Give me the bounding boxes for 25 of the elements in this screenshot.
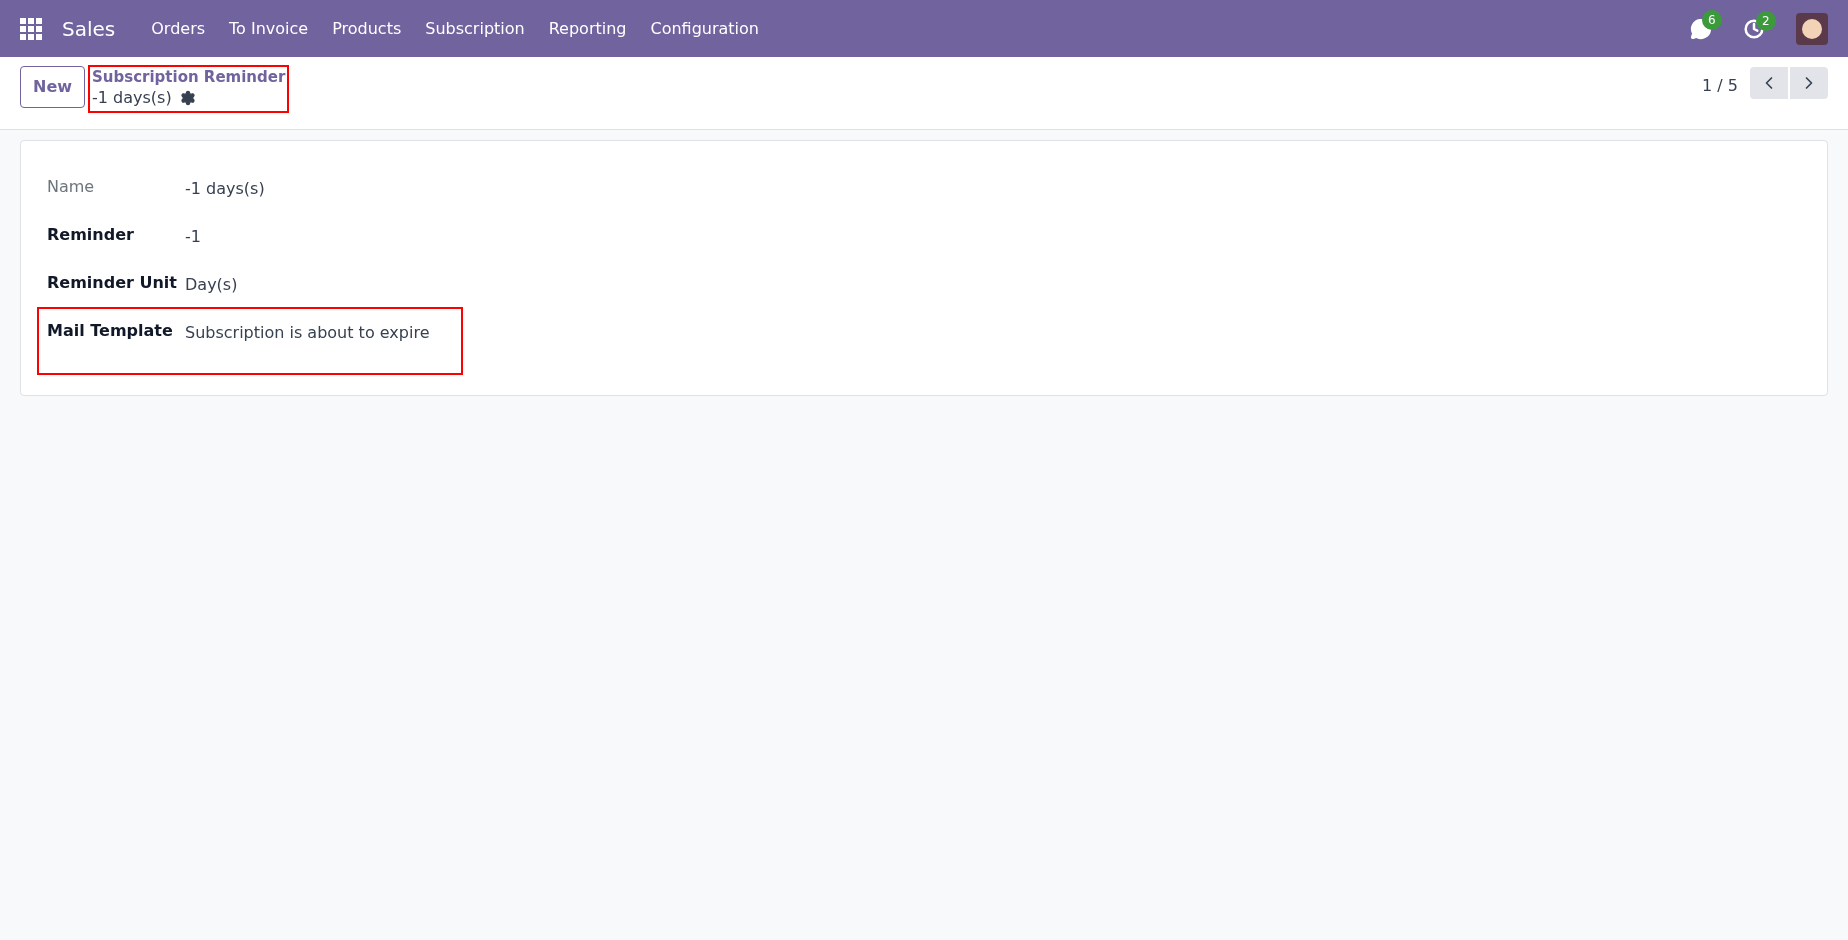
field-label: Mail Template: [47, 320, 174, 342]
field-label: Reminder Unit: [47, 272, 178, 294]
field-value: Day(s): [185, 274, 238, 296]
field-value: Subscription is about to expire: [185, 322, 430, 344]
field-value: -1: [185, 226, 201, 248]
record-title: -1 days(s): [92, 87, 172, 109]
notification-badge: 6: [1702, 9, 1722, 30]
field-value: -1 days(s): [185, 178, 265, 200]
menu-item[interactable]: Orders: [139, 8, 218, 49]
field-label: Name: [47, 176, 96, 198]
apps-grid-icon[interactable]: [20, 17, 42, 40]
clock-icon[interactable]: [1744, 18, 1764, 39]
notification-badge: 2: [1756, 10, 1776, 31]
menu-item[interactable]: Reporting: [536, 8, 639, 49]
menu-item[interactable]: Subscription: [413, 8, 537, 49]
breadcrumb-link[interactable]: Subscription Reminder: [92, 67, 286, 87]
new-button[interactable]: New: [20, 66, 86, 108]
field-label: Reminder: [47, 224, 135, 246]
menu-item[interactable]: Configuration: [638, 8, 771, 49]
avatar[interactable]: [1796, 12, 1828, 45]
menu-item[interactable]: To Invoice: [217, 8, 321, 49]
app-name[interactable]: Sales: [62, 13, 116, 44]
menu-item[interactable]: Products: [320, 8, 414, 49]
pager-counter: 1 / 5: [1702, 75, 1738, 97]
settings-icon[interactable]: [179, 90, 196, 106]
